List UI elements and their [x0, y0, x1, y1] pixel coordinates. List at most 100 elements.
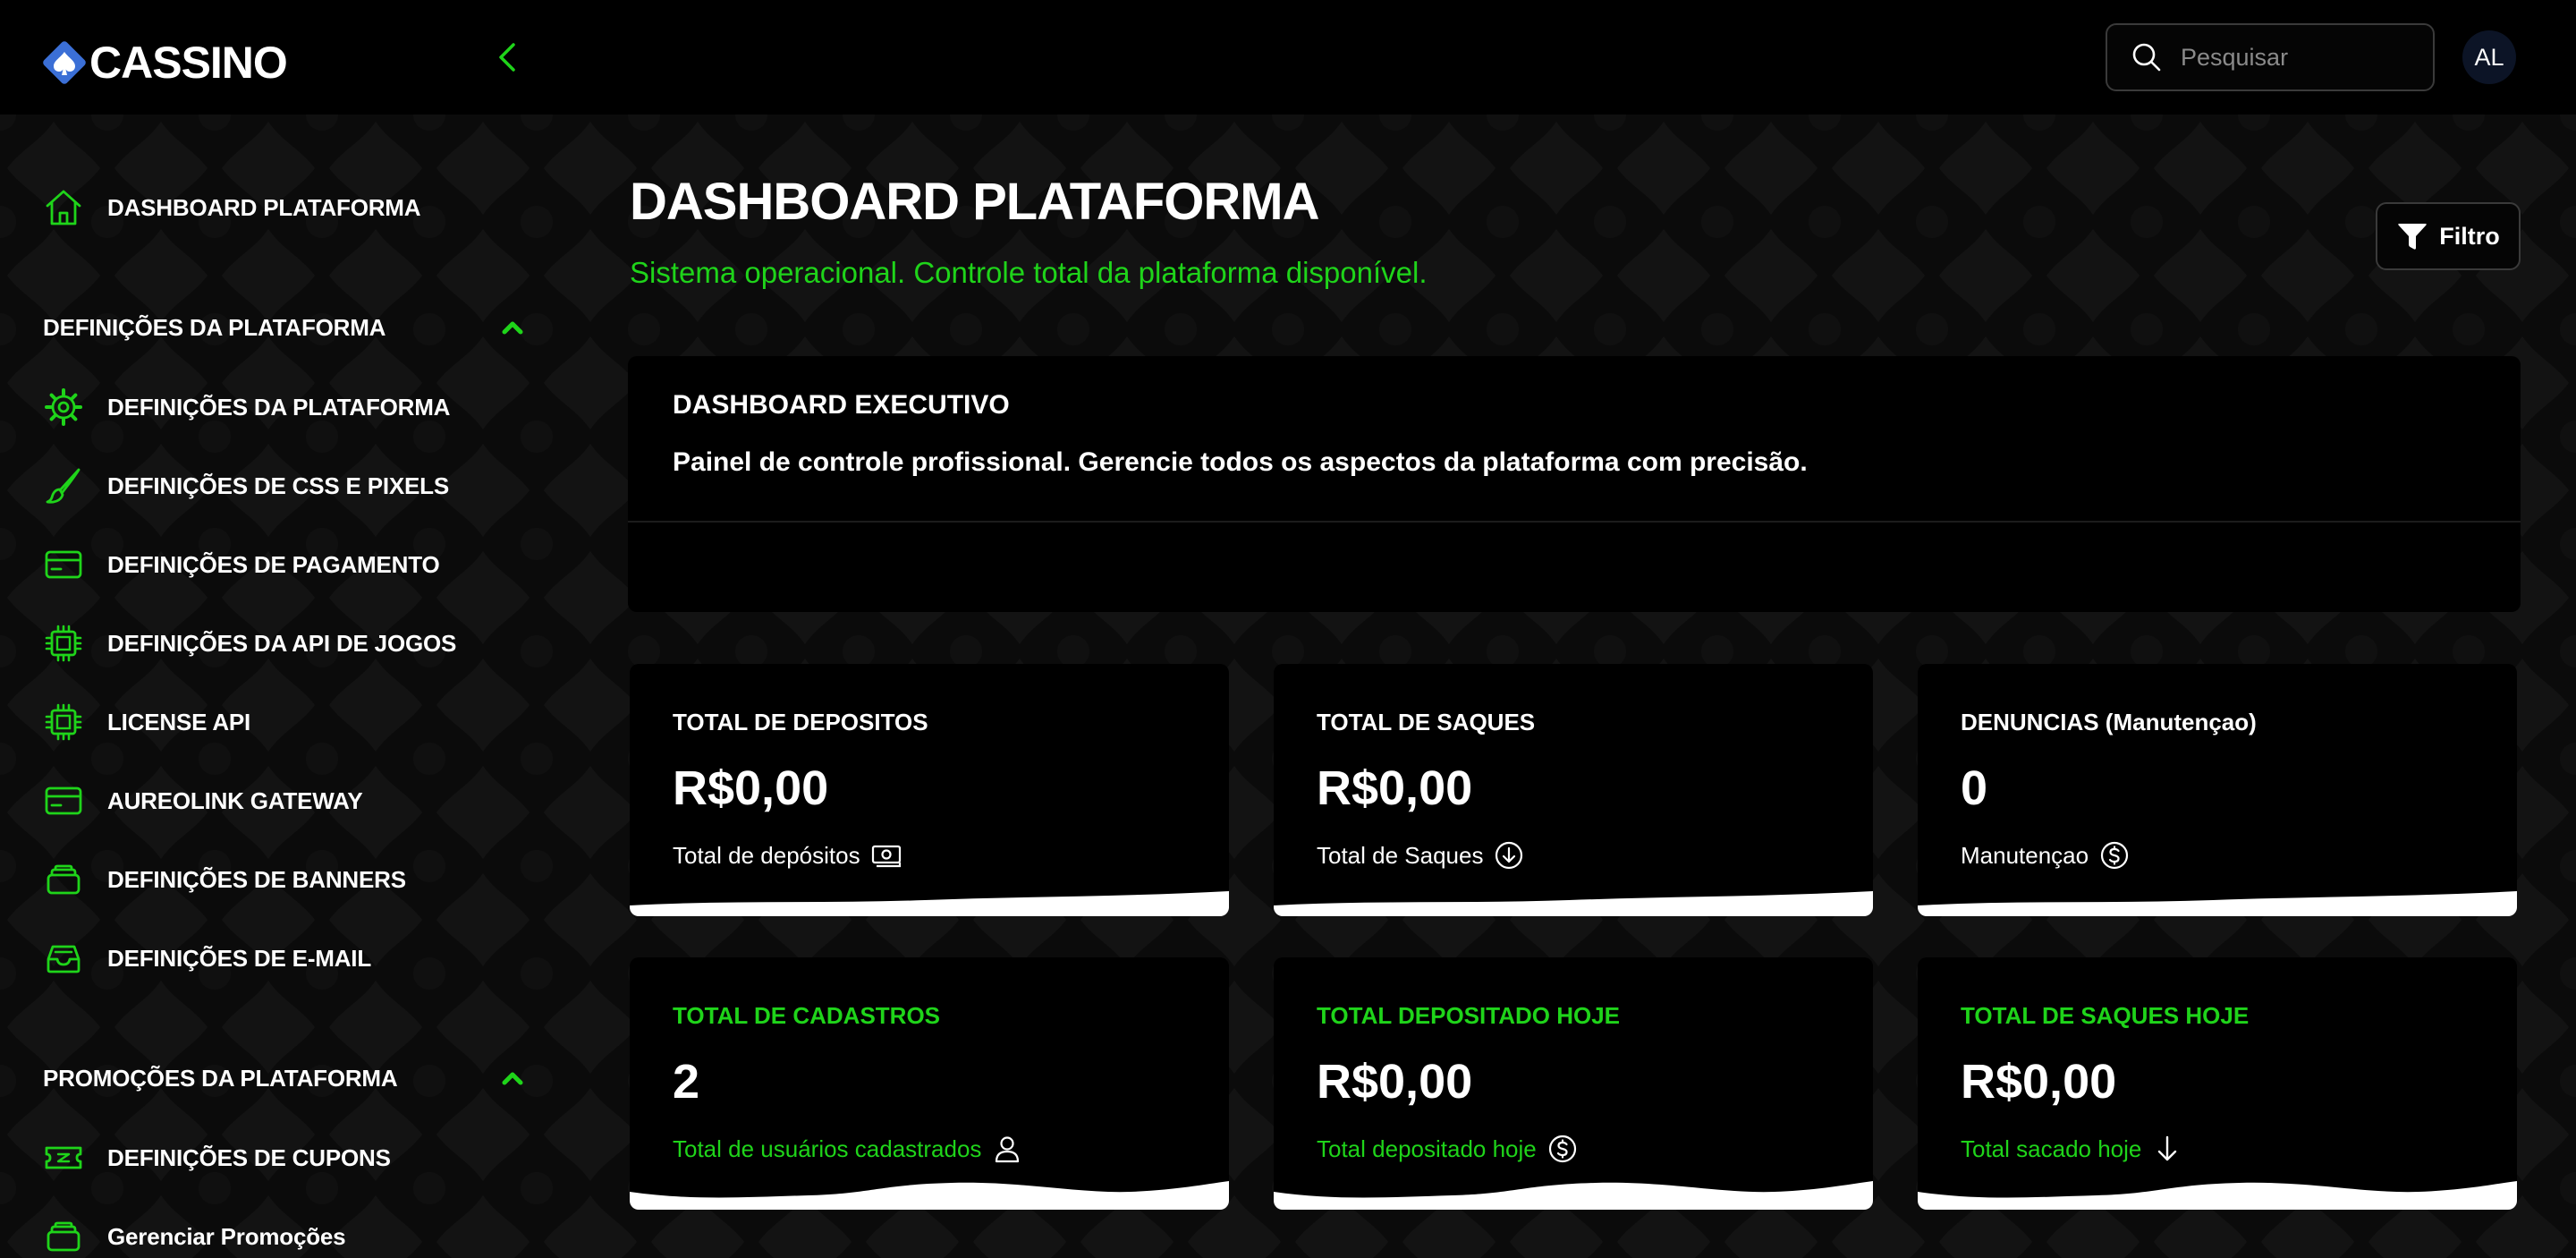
collapse-sidebar-chevron-left-icon[interactable]	[490, 39, 526, 75]
filter-button-label: Filtro	[2439, 222, 2500, 250]
stat-description-text: Total de Saques	[1317, 841, 1484, 869]
page-title: DASHBOARD PLATAFORMA	[630, 173, 1319, 231]
sidebar-item-license-api[interactable]: LICENSE API	[43, 700, 250, 744]
sidebar-item-label: DEFINIÇÕES DE CUPONS	[107, 1143, 391, 1171]
stack-icon	[47, 1221, 80, 1252]
stat-title: DENUNCIAS (Manutençao)	[1961, 709, 2257, 735]
sidebar-item-label: DEFINIÇÕES DA API DE JOGOS	[107, 629, 457, 657]
stat-description-text: Total de usuários cadastrados	[673, 1135, 982, 1162]
stat-title: TOTAL DE DEPOSITOS	[673, 709, 928, 735]
stat-card-total-depositos: TOTAL DE DEPOSITOS R$0,00 Total de depós…	[630, 664, 1229, 916]
stat-description: Manutençao	[1961, 839, 2130, 871]
stat-description: Total depositado hoje	[1317, 1133, 1578, 1165]
sidebar-item-label: DASHBOARD PLATAFORMA	[107, 193, 421, 221]
stat-value: 2	[673, 1055, 700, 1109]
arrow-down-icon	[2158, 1135, 2177, 1161]
card-wave-decoration	[1274, 891, 1873, 916]
search-input[interactable]	[2181, 43, 2413, 72]
credit-card-icon	[45, 786, 82, 815]
stat-title: TOTAL DE SAQUES	[1317, 709, 1536, 735]
stat-card-total-saques: TOTAL DE SAQUES R$0,00 Total de Saques	[1274, 664, 1873, 916]
sidebar-item-label: DEFINIÇÕES DE BANNERS	[107, 865, 406, 893]
executive-title: DASHBOARD EXECUTIVO	[673, 390, 1010, 420]
stat-description-text: Total de depósitos	[673, 841, 860, 869]
logo-text: CASSINO	[89, 38, 288, 88]
sidebar-item-label: AUREOLINK GATEWAY	[107, 786, 363, 814]
card-wave-decoration	[1918, 891, 2517, 916]
sidebar-section-title: PROMOÇÕES DA PLATAFORMA	[43, 1064, 398, 1092]
executive-description: Painel de controle profissional. Gerenci…	[673, 447, 1808, 477]
card-wave-decoration	[1918, 1181, 2517, 1210]
chevron-up-icon	[502, 1072, 523, 1085]
stat-description: Total de usuários cadastrados	[673, 1133, 1022, 1165]
sidebar-item-label: DEFINIÇÕES DA PLATAFORMA	[107, 393, 451, 421]
home-icon	[46, 190, 81, 225]
stat-title: TOTAL DE CADASTROS	[673, 1002, 941, 1029]
filter-icon	[2398, 224, 2427, 250]
stat-title: TOTAL DEPOSITADO HOJE	[1317, 1002, 1621, 1029]
stat-card-denuncias: DENUNCIAS (Manutençao) 0 Manutençao	[1918, 664, 2517, 916]
sidebar-item-definicoes-plataforma[interactable]: DEFINIÇÕES DA PLATAFORMA	[43, 385, 450, 429]
stat-description: Total de Saques	[1317, 839, 1524, 871]
chip-icon	[45, 703, 82, 741]
dollar-circle-icon	[1548, 1135, 1576, 1163]
credit-card-icon	[45, 550, 82, 579]
stat-value: R$0,00	[1961, 1055, 2117, 1109]
stat-card-total-cadastros: TOTAL DE CADASTROS 2 Total de usuários c…	[630, 957, 1229, 1210]
stat-value: 0	[1961, 761, 1988, 815]
stat-value: R$0,00	[1317, 1055, 1473, 1109]
spade-diamond-logo-icon	[43, 41, 86, 84]
dollar-circle-icon	[2101, 841, 2129, 870]
inbox-icon	[47, 945, 80, 973]
stat-description: Total de depósitos	[673, 839, 902, 871]
sidebar-section-title: DEFINIÇÕES DA PLATAFORMA	[43, 313, 386, 341]
stack-icon	[47, 864, 80, 895]
sidebar-item-dashboard[interactable]: DASHBOARD PLATAFORMA	[43, 185, 421, 230]
sidebar-item-email[interactable]: DEFINIÇÕES DE E-MAIL	[43, 936, 371, 981]
search-box[interactable]	[2106, 23, 2435, 91]
sidebar-item-label: DEFINIÇÕES DE PAGAMENTO	[107, 550, 440, 578]
filter-button[interactable]: Filtro	[2376, 202, 2521, 270]
sidebar-section-promocoes[interactable]: PROMOÇÕES DA PLATAFORMA	[43, 1058, 526, 1098]
executive-dashboard-card: DASHBOARD EXECUTIVO Painel de controle p…	[628, 356, 2521, 612]
ticket-icon	[45, 1146, 82, 1169]
sidebar-item-gerenciar-promocoes[interactable]: Gerenciar Promoções	[43, 1214, 346, 1258]
card-wave-decoration	[630, 1181, 1229, 1210]
sidebar-item-label: Gerenciar Promoções	[107, 1222, 346, 1250]
top-bar: CASSINO AL	[0, 0, 2576, 115]
divider	[628, 521, 2521, 523]
stat-description-text: Manutençao	[1961, 841, 2089, 869]
stat-card-total-saques-hoje: TOTAL DE SAQUES HOJE R$0,00 Total sacado…	[1918, 957, 2517, 1210]
sidebar-item-css-pixels[interactable]: DEFINIÇÕES DE CSS E PIXELS	[43, 463, 449, 508]
page-subtitle: Sistema operacional. Controle total da p…	[630, 256, 1428, 289]
sidebar-item-aureolink-gateway[interactable]: AUREOLINK GATEWAY	[43, 778, 363, 823]
cash-icon	[871, 845, 901, 868]
sidebar-item-banners[interactable]: DEFINIÇÕES DE BANNERS	[43, 857, 406, 902]
brush-icon	[46, 468, 80, 504]
sidebar-item-label: DEFINIÇÕES DE CSS E PIXELS	[107, 472, 449, 499]
stat-description-text: Total depositado hoje	[1317, 1135, 1537, 1162]
card-wave-decoration	[630, 891, 1229, 916]
stat-card-total-depositado-hoje: TOTAL DEPOSITADO HOJE R$0,00 Total depos…	[1274, 957, 1873, 1210]
sidebar-item-label: DEFINIÇÕES DE E-MAIL	[107, 944, 372, 972]
sidebar: DASHBOARD PLATAFORMA DEFINIÇÕES DA PLATA…	[0, 115, 555, 1258]
app: CASSINO AL DASHBOARD PLATAFORMA DEFINIÇÕ…	[0, 0, 2576, 1258]
gear-icon	[45, 388, 82, 426]
avatar[interactable]: AL	[2462, 30, 2516, 84]
sidebar-item-pagamento[interactable]: DEFINIÇÕES DE PAGAMENTO	[43, 542, 440, 587]
stat-value: R$0,00	[1317, 761, 1473, 815]
stat-title: TOTAL DE SAQUES HOJE	[1961, 1002, 2250, 1029]
stat-description: Total sacado hoje	[1961, 1133, 2182, 1165]
sidebar-item-label: LICENSE API	[107, 708, 251, 735]
sidebar-item-api-jogos[interactable]: DEFINIÇÕES DA API DE JOGOS	[43, 621, 456, 666]
sidebar-section-definicoes[interactable]: DEFINIÇÕES DA PLATAFORMA	[43, 308, 526, 347]
logo[interactable]: CASSINO	[41, 38, 288, 88]
card-wave-decoration	[1274, 1181, 1873, 1210]
chip-icon	[45, 625, 82, 662]
sidebar-item-cupons[interactable]: DEFINIÇÕES DE CUPONS	[43, 1135, 391, 1180]
chevron-up-icon	[502, 321, 523, 335]
stat-value: R$0,00	[673, 761, 829, 815]
arrow-down-circle-icon	[1496, 841, 1523, 870]
stat-description-text: Total sacado hoje	[1961, 1135, 2142, 1162]
user-icon	[996, 1136, 1020, 1163]
